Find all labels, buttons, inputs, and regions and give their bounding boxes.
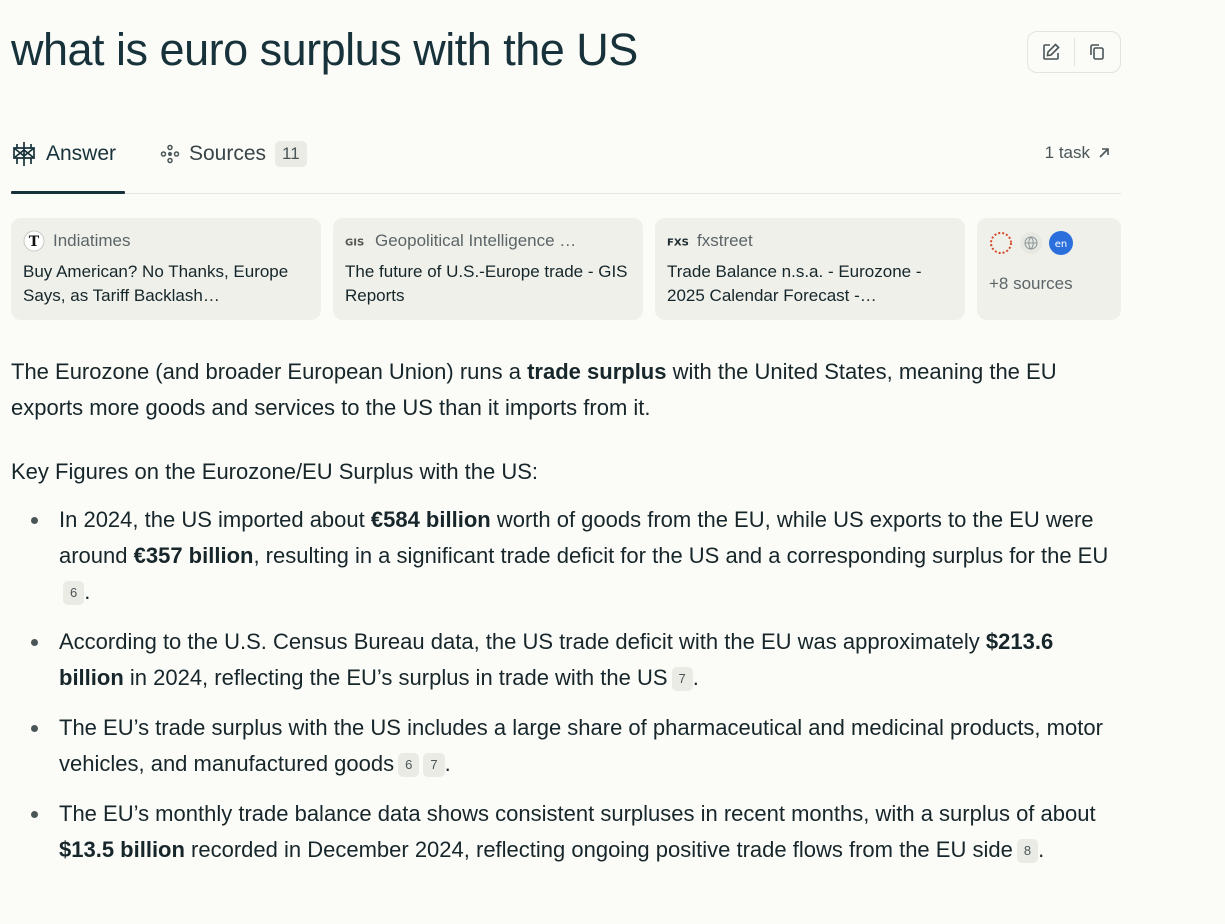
- copy-button[interactable]: [1074, 32, 1120, 72]
- task-label: 1 task: [1044, 143, 1090, 162]
- source-site: fxstreet: [697, 231, 753, 250]
- source-header: GIS Geopolitical Intelligence …: [345, 230, 631, 252]
- citation-7[interactable]: 7: [423, 753, 445, 777]
- list-item: According to the U.S. Census Bureau data…: [11, 624, 1121, 696]
- list-item: In 2024, the US imported about €584 bill…: [11, 502, 1121, 610]
- globe-icon: [1020, 232, 1042, 254]
- source-site: Geopolitical Intelligence …: [375, 231, 577, 250]
- source-title: Trade Balance n.s.a. - Eurozone - 2025 C…: [667, 262, 922, 305]
- result-tabs: Answer Sources 11 1 task: [11, 128, 1121, 194]
- source-card-gis[interactable]: GIS Geopolitical Intelligence … The futu…: [333, 218, 643, 320]
- tab-answer-label: Answer: [46, 141, 117, 165]
- citation-6[interactable]: 6: [398, 753, 420, 777]
- page: what is euro surplus with the US Answer …: [0, 0, 1225, 924]
- source-header: FXS fxstreet: [667, 230, 953, 252]
- tab-sources[interactable]: Sources 11: [160, 128, 307, 193]
- svg-text:FXS: FXS: [667, 238, 689, 249]
- sources-icon: [160, 144, 180, 164]
- more-sources-card[interactable]: en +8 sources: [977, 218, 1121, 320]
- svg-text:GIS: GIS: [345, 238, 364, 249]
- answer-body: The Eurozone (and broader European Union…: [11, 354, 1121, 882]
- svg-text:en: en: [1055, 239, 1068, 250]
- tab-answer[interactable]: Answer: [11, 128, 125, 194]
- source-card-fxstreet[interactable]: FXS fxstreet Trade Balance n.s.a. - Euro…: [655, 218, 965, 320]
- edit-button[interactable]: [1028, 32, 1074, 72]
- citation-8[interactable]: 8: [1016, 839, 1039, 863]
- answer-intro: The Eurozone (and broader European Union…: [11, 359, 1057, 420]
- arrow-up-right-icon: [1099, 148, 1109, 158]
- source-card-indiatimes[interactable]: T Indiatimes Buy American? No Thanks, Eu…: [11, 218, 321, 320]
- citation-6[interactable]: 6: [63, 581, 85, 605]
- en-logo-icon: en: [1049, 231, 1073, 255]
- title-actions: [1027, 31, 1121, 73]
- tab-sources-label: Sources: [189, 141, 267, 165]
- citation-7[interactable]: 7: [671, 667, 693, 691]
- svg-text:T: T: [29, 234, 40, 250]
- fxstreet-logo-icon: FXS: [667, 230, 689, 252]
- more-sources-logos: en: [989, 230, 1109, 256]
- gis-logo-icon: GIS: [345, 230, 367, 252]
- perplexity-logo-icon: [11, 140, 37, 168]
- edit-icon: [1042, 43, 1060, 60]
- source-title: Buy American? No Thanks, Europe Says, as…: [23, 262, 289, 305]
- source-site: Indiatimes: [53, 231, 131, 250]
- dotted-circle-logo-icon: [990, 232, 1012, 254]
- list-item: The EU’s trade surplus with the US inclu…: [11, 710, 1121, 782]
- source-title: The future of U.S.-Europe trade - GIS Re…: [345, 262, 628, 305]
- source-header: T Indiatimes: [23, 230, 309, 252]
- list-item: The EU’s monthly trade balance data show…: [11, 796, 1121, 868]
- key-figures-heading: Key Figures on the Eurozone/EU Surplus w…: [11, 459, 539, 484]
- sources-count-badge: 11: [275, 140, 307, 167]
- indiatimes-logo-icon: T: [23, 230, 45, 252]
- task-link[interactable]: 1 task: [1045, 143, 1111, 163]
- more-sources-label: +8 sources: [989, 274, 1073, 293]
- page-title: what is euro surplus with the US: [11, 24, 638, 75]
- key-figures-list: In 2024, the US imported about €584 bill…: [11, 502, 1121, 868]
- copy-icon: [1090, 44, 1105, 60]
